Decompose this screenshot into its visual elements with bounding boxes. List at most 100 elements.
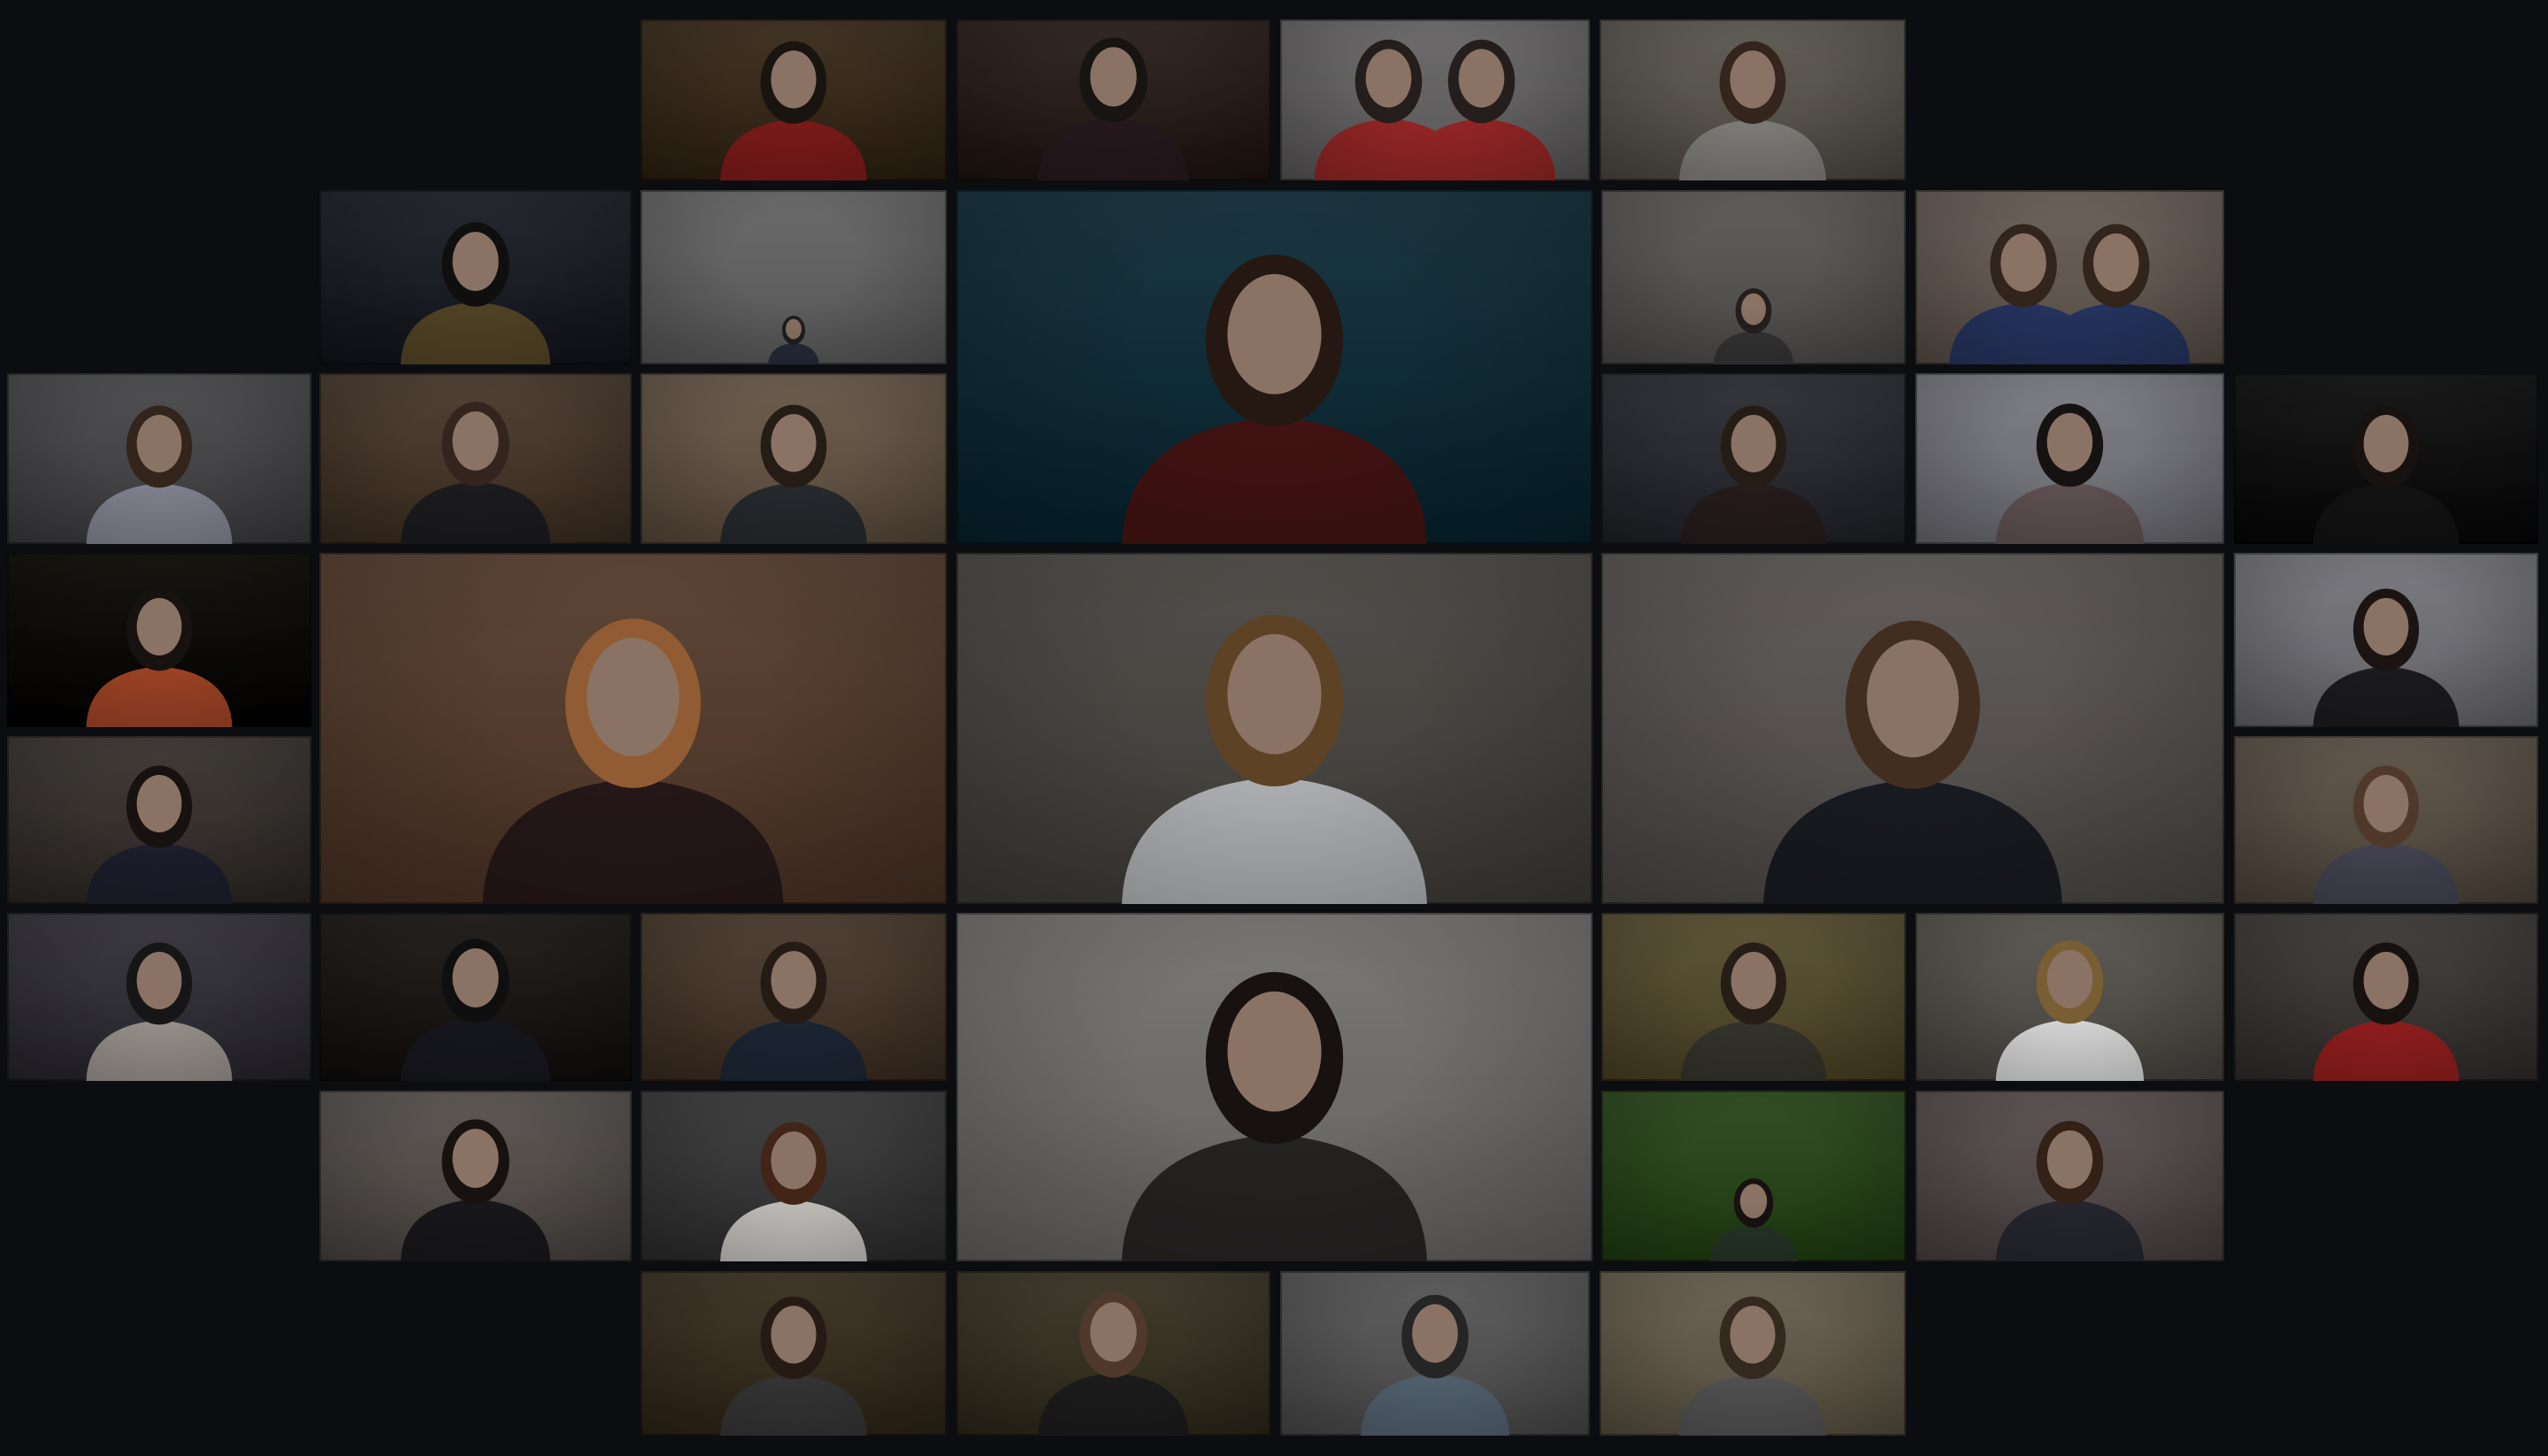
participant-silhouette xyxy=(1709,1178,1798,1261)
participant-video-tile[interactable] xyxy=(1915,1091,2224,1261)
person-torso xyxy=(1995,482,2145,544)
person-torso xyxy=(1680,1020,1827,1081)
participant-video-tile[interactable] xyxy=(2234,736,2538,904)
participant-video-tile[interactable] xyxy=(1915,190,2224,364)
person-torso xyxy=(1122,417,1427,544)
participant-silhouette xyxy=(1122,614,1427,904)
participant-video-tile[interactable] xyxy=(7,736,311,904)
person-face xyxy=(1458,49,1505,108)
person-figure xyxy=(1407,39,1556,180)
person-figure xyxy=(1038,1292,1189,1436)
participant-video-tile[interactable] xyxy=(7,913,311,1081)
person-face xyxy=(786,318,802,340)
person-face xyxy=(1730,1306,1776,1364)
person-figure xyxy=(1763,620,2062,904)
person-face xyxy=(452,411,499,471)
person-torso xyxy=(1713,331,1794,364)
person-face xyxy=(771,1131,817,1190)
participant-video-tile[interactable] xyxy=(956,19,1270,180)
participant-video-tile[interactable] xyxy=(1600,19,1906,180)
person-torso xyxy=(1679,119,1826,180)
participant-silhouette xyxy=(1679,41,1826,180)
participant-silhouette xyxy=(720,41,867,180)
participant-video-tile[interactable] xyxy=(956,1271,1270,1436)
participant-video-tile[interactable] xyxy=(319,913,632,1081)
participant-video-tile[interactable] xyxy=(7,373,311,544)
participant-silhouette xyxy=(1763,620,2062,904)
participant-video-tile[interactable] xyxy=(2234,913,2538,1081)
person-torso xyxy=(86,666,233,727)
participant-video-tile[interactable] xyxy=(2234,373,2538,544)
person-face xyxy=(452,1129,499,1188)
participant-silhouette xyxy=(400,939,551,1081)
person-torso xyxy=(720,1374,867,1436)
person-figure xyxy=(2042,224,2191,364)
person-face xyxy=(1227,991,1322,1112)
person-torso xyxy=(1709,1224,1798,1261)
participant-video-tile[interactable] xyxy=(319,1091,632,1261)
participant-video-tile-large[interactable] xyxy=(956,553,1592,904)
person-torso xyxy=(768,342,819,364)
participant-video-tile[interactable] xyxy=(1600,1271,1906,1436)
person-face xyxy=(1227,273,1322,395)
person-figure xyxy=(2313,765,2460,904)
person-figure xyxy=(1122,254,1427,544)
person-torso xyxy=(400,481,551,544)
person-face xyxy=(1227,633,1322,755)
person-figure xyxy=(1122,971,1427,1261)
person-face xyxy=(136,414,182,472)
participant-silhouette xyxy=(1038,37,1189,180)
person-figure xyxy=(86,765,233,904)
person-face xyxy=(1412,1304,1458,1363)
person-figure xyxy=(720,1122,867,1261)
participant-silhouette xyxy=(86,765,233,904)
person-face xyxy=(452,948,499,1008)
person-figure xyxy=(482,618,784,904)
person-figure xyxy=(720,941,867,1081)
person-face xyxy=(1090,1302,1137,1362)
person-face xyxy=(1365,49,1412,108)
participant-video-tile[interactable] xyxy=(641,19,947,180)
participant-video-tile-large[interactable] xyxy=(1601,553,2224,904)
participant-video-tile[interactable] xyxy=(641,1091,947,1261)
person-figure xyxy=(1680,942,1827,1081)
participant-silhouette xyxy=(86,588,233,727)
participant-video-tile[interactable] xyxy=(1915,373,2224,544)
participant-video-tile[interactable] xyxy=(641,190,947,364)
participant-video-tile[interactable] xyxy=(641,913,947,1081)
participant-silhouette xyxy=(400,402,551,544)
person-face xyxy=(136,774,182,832)
participant-silhouette xyxy=(1680,405,1827,544)
person-torso xyxy=(1407,119,1556,180)
person-face xyxy=(771,951,817,1009)
participant-video-tile[interactable] xyxy=(319,373,632,544)
participant-video-tile[interactable] xyxy=(641,373,947,544)
person-face xyxy=(2000,233,2046,292)
participant-video-tile[interactable] xyxy=(319,190,632,364)
video-call-mosaic xyxy=(0,0,2548,1456)
participant-video-tile[interactable] xyxy=(1280,19,1590,180)
participant-video-tile[interactable] xyxy=(1280,1271,1590,1436)
participant-video-tile-large[interactable] xyxy=(956,190,1592,544)
person-figure xyxy=(400,222,551,364)
participant-video-tile[interactable] xyxy=(1601,373,1906,544)
participant-silhouette xyxy=(400,1119,551,1261)
person-torso xyxy=(400,302,551,364)
participant-video-tile-large[interactable] xyxy=(956,913,1592,1261)
person-face xyxy=(452,232,499,291)
participant-video-tile[interactable] xyxy=(1915,913,2224,1081)
participant-video-tile[interactable] xyxy=(1601,190,1906,364)
participant-video-tile[interactable] xyxy=(2234,553,2538,727)
participant-video-tile[interactable] xyxy=(1601,1091,1906,1261)
person-face xyxy=(2363,414,2409,472)
person-figure xyxy=(86,588,233,727)
person-face xyxy=(2093,233,2139,292)
participant-video-tile[interactable] xyxy=(7,553,311,727)
person-face xyxy=(136,597,182,655)
participant-video-tile[interactable] xyxy=(1601,913,1906,1081)
person-face xyxy=(2363,951,2409,1009)
person-face xyxy=(2046,949,2093,1008)
participant-video-tile[interactable] xyxy=(641,1271,947,1436)
participant-video-tile-large[interactable] xyxy=(319,553,947,904)
person-face xyxy=(771,414,817,472)
